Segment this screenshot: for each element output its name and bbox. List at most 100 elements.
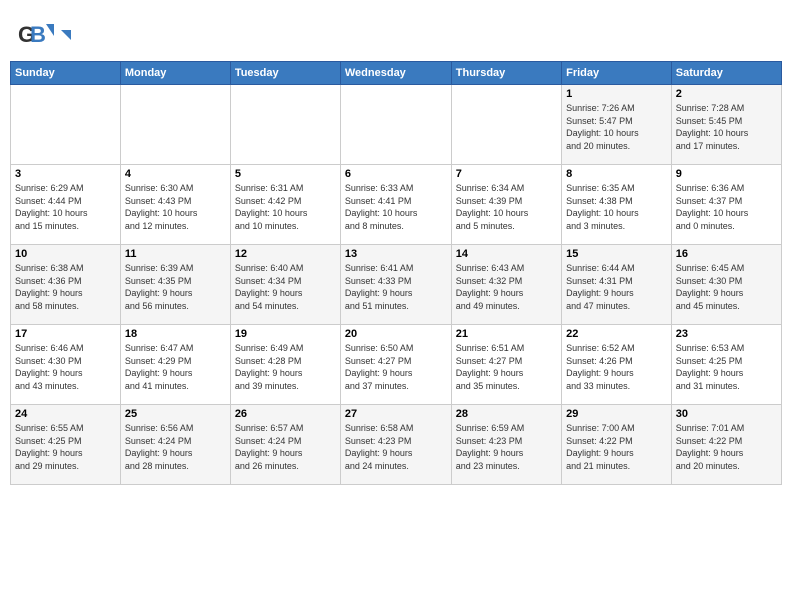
- calendar-week-3: 10 Sunrise: 6:38 AM Sunset: 4:36 PM Dayli…: [11, 245, 782, 325]
- calendar-day: 9 Sunrise: 6:36 AM Sunset: 4:37 PM Daylig…: [671, 165, 781, 245]
- day-number: 17: [15, 328, 116, 340]
- calendar-day: 14 Sunrise: 6:43 AM Sunset: 4:32 PM Dayli…: [451, 245, 561, 325]
- day-info: Sunrise: 7:01 AM Sunset: 4:22 PM Dayligh…: [676, 422, 777, 472]
- day-number: 25: [125, 408, 226, 420]
- day-info: Sunrise: 6:36 AM Sunset: 4:37 PM Dayligh…: [676, 182, 777, 232]
- day-info: Sunrise: 7:26 AM Sunset: 5:47 PM Dayligh…: [566, 102, 667, 152]
- day-number: 6: [345, 168, 447, 180]
- day-info: Sunrise: 6:45 AM Sunset: 4:30 PM Dayligh…: [676, 262, 777, 312]
- day-info: Sunrise: 6:51 AM Sunset: 4:27 PM Dayligh…: [456, 342, 557, 392]
- day-info: Sunrise: 6:31 AM Sunset: 4:42 PM Dayligh…: [235, 182, 336, 232]
- calendar-week-1: 1 Sunrise: 7:26 AM Sunset: 5:47 PM Daylig…: [11, 85, 782, 165]
- day-number: 13: [345, 248, 447, 260]
- calendar-day: 28 Sunrise: 6:59 AM Sunset: 4:23 PM Dayli…: [451, 405, 561, 485]
- day-number: 2: [676, 88, 777, 100]
- calendar-table: SundayMondayTuesdayWednesdayThursdayFrid…: [10, 61, 782, 485]
- calendar-day: 1 Sunrise: 7:26 AM Sunset: 5:47 PM Daylig…: [562, 85, 672, 165]
- day-number: 1: [566, 88, 667, 100]
- day-number: 12: [235, 248, 336, 260]
- day-number: 9: [676, 168, 777, 180]
- calendar-day: 16 Sunrise: 6:45 AM Sunset: 4:30 PM Dayli…: [671, 245, 781, 325]
- day-info: Sunrise: 6:44 AM Sunset: 4:31 PM Dayligh…: [566, 262, 667, 312]
- calendar-day: 5 Sunrise: 6:31 AM Sunset: 4:42 PM Daylig…: [230, 165, 340, 245]
- day-info: Sunrise: 6:59 AM Sunset: 4:23 PM Dayligh…: [456, 422, 557, 472]
- calendar-day: 30 Sunrise: 7:01 AM Sunset: 4:22 PM Dayli…: [671, 405, 781, 485]
- logo: G B: [18, 16, 72, 57]
- weekday-header-wednesday: Wednesday: [340, 62, 451, 85]
- calendar-week-5: 24Sunrise: 6:55 AM Sunset: 4:25 PM Dayli…: [11, 405, 782, 485]
- calendar-day: 17 Sunrise: 6:46 AM Sunset: 4:30 PM Dayli…: [11, 325, 121, 405]
- day-info: Sunrise: 6:55 AM Sunset: 4:25 PM Dayligh…: [15, 422, 116, 472]
- day-info: Sunrise: 6:58 AM Sunset: 4:23 PM Dayligh…: [345, 422, 447, 472]
- day-info: Sunrise: 6:30 AM Sunset: 4:43 PM Dayligh…: [125, 182, 226, 232]
- calendar-day: 24Sunrise: 6:55 AM Sunset: 4:25 PM Dayli…: [11, 405, 121, 485]
- calendar-day: 10 Sunrise: 6:38 AM Sunset: 4:36 PM Dayli…: [11, 245, 121, 325]
- day-number: 16: [676, 248, 777, 260]
- day-info: Sunrise: 6:57 AM Sunset: 4:24 PM Dayligh…: [235, 422, 336, 472]
- day-info: Sunrise: 6:40 AM Sunset: 4:34 PM Dayligh…: [235, 262, 336, 312]
- calendar-day: [230, 85, 340, 165]
- day-number: 10: [15, 248, 116, 260]
- day-info: Sunrise: 6:50 AM Sunset: 4:27 PM Dayligh…: [345, 342, 447, 392]
- day-info: Sunrise: 6:56 AM Sunset: 4:24 PM Dayligh…: [125, 422, 226, 472]
- calendar-day: 19Sunrise: 6:49 AM Sunset: 4:28 PM Dayli…: [230, 325, 340, 405]
- day-number: 4: [125, 168, 226, 180]
- calendar-week-4: 17 Sunrise: 6:46 AM Sunset: 4:30 PM Dayli…: [11, 325, 782, 405]
- calendar-day: 29Sunrise: 7:00 AM Sunset: 4:22 PM Dayli…: [562, 405, 672, 485]
- day-number: 26: [235, 408, 336, 420]
- calendar-day: 22Sunrise: 6:52 AM Sunset: 4:26 PM Dayli…: [562, 325, 672, 405]
- weekday-header-friday: Friday: [562, 62, 672, 85]
- day-number: 30: [676, 408, 777, 420]
- day-info: Sunrise: 6:41 AM Sunset: 4:33 PM Dayligh…: [345, 262, 447, 312]
- day-info: Sunrise: 6:29 AM Sunset: 4:44 PM Dayligh…: [15, 182, 116, 232]
- day-number: 5: [235, 168, 336, 180]
- calendar-day: 26 Sunrise: 6:57 AM Sunset: 4:24 PM Dayli…: [230, 405, 340, 485]
- calendar-day: 27 Sunrise: 6:58 AM Sunset: 4:23 PM Dayli…: [340, 405, 451, 485]
- calendar-day: 12 Sunrise: 6:40 AM Sunset: 4:34 PM Dayli…: [230, 245, 340, 325]
- weekday-header-thursday: Thursday: [451, 62, 561, 85]
- day-info: Sunrise: 6:35 AM Sunset: 4:38 PM Dayligh…: [566, 182, 667, 232]
- day-number: 3: [15, 168, 116, 180]
- calendar-day: [451, 85, 561, 165]
- weekday-header-row: SundayMondayTuesdayWednesdayThursdayFrid…: [11, 62, 782, 85]
- day-number: 23: [676, 328, 777, 340]
- day-info: Sunrise: 6:49 AM Sunset: 4:28 PM Dayligh…: [235, 342, 336, 392]
- calendar-day: [340, 85, 451, 165]
- calendar-day: 7Sunrise: 6:34 AM Sunset: 4:39 PM Daylig…: [451, 165, 561, 245]
- calendar-day: [11, 85, 121, 165]
- calendar-day: 20Sunrise: 6:50 AM Sunset: 4:27 PM Dayli…: [340, 325, 451, 405]
- calendar-day: 4 Sunrise: 6:30 AM Sunset: 4:43 PM Daylig…: [120, 165, 230, 245]
- day-info: Sunrise: 6:47 AM Sunset: 4:29 PM Dayligh…: [125, 342, 226, 392]
- calendar-day: 3 Sunrise: 6:29 AM Sunset: 4:44 PM Daylig…: [11, 165, 121, 245]
- calendar-day: 13 Sunrise: 6:41 AM Sunset: 4:33 PM Dayli…: [340, 245, 451, 325]
- day-info: Sunrise: 6:34 AM Sunset: 4:39 PM Dayligh…: [456, 182, 557, 232]
- day-info: Sunrise: 6:46 AM Sunset: 4:30 PM Dayligh…: [15, 342, 116, 392]
- day-info: Sunrise: 6:43 AM Sunset: 4:32 PM Dayligh…: [456, 262, 557, 312]
- calendar-day: 11 Sunrise: 6:39 AM Sunset: 4:35 PM Dayli…: [120, 245, 230, 325]
- day-info: Sunrise: 6:38 AM Sunset: 4:36 PM Dayligh…: [15, 262, 116, 312]
- calendar-day: 18 Sunrise: 6:47 AM Sunset: 4:29 PM Dayli…: [120, 325, 230, 405]
- calendar-day: [120, 85, 230, 165]
- day-number: 14: [456, 248, 557, 260]
- calendar-day: 8 Sunrise: 6:35 AM Sunset: 4:38 PM Daylig…: [562, 165, 672, 245]
- weekday-header-sunday: Sunday: [11, 62, 121, 85]
- day-number: 27: [345, 408, 447, 420]
- day-info: Sunrise: 6:39 AM Sunset: 4:35 PM Dayligh…: [125, 262, 226, 312]
- day-number: 22: [566, 328, 667, 340]
- weekday-header-monday: Monday: [120, 62, 230, 85]
- day-info: Sunrise: 6:33 AM Sunset: 4:41 PM Dayligh…: [345, 182, 447, 232]
- calendar-day: 15Sunrise: 6:44 AM Sunset: 4:31 PM Dayli…: [562, 245, 672, 325]
- calendar-day: 6 Sunrise: 6:33 AM Sunset: 4:41 PM Daylig…: [340, 165, 451, 245]
- calendar-day: 21Sunrise: 6:51 AM Sunset: 4:27 PM Dayli…: [451, 325, 561, 405]
- day-info: Sunrise: 6:53 AM Sunset: 4:25 PM Dayligh…: [676, 342, 777, 392]
- day-number: 8: [566, 168, 667, 180]
- calendar-day: 2 Sunrise: 7:28 AM Sunset: 5:45 PM Daylig…: [671, 85, 781, 165]
- day-number: 11: [125, 248, 226, 260]
- day-number: 29: [566, 408, 667, 420]
- logo-icon: G B: [18, 16, 54, 57]
- day-number: 28: [456, 408, 557, 420]
- svg-text:B: B: [30, 22, 46, 47]
- day-number: 18: [125, 328, 226, 340]
- day-info: Sunrise: 7:28 AM Sunset: 5:45 PM Dayligh…: [676, 102, 777, 152]
- calendar-day: 25 Sunrise: 6:56 AM Sunset: 4:24 PM Dayli…: [120, 405, 230, 485]
